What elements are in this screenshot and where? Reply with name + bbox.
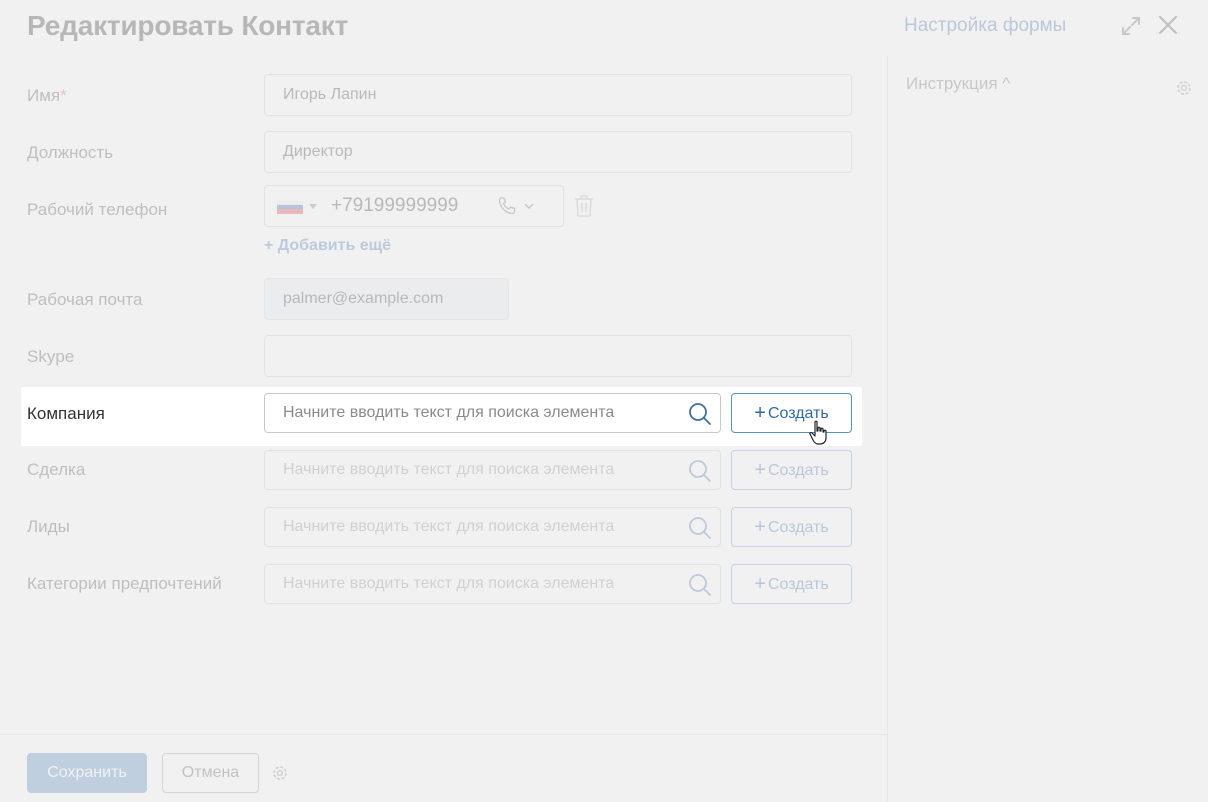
preferences-create-button[interactable]: + Создать	[731, 564, 852, 604]
plus-icon: +	[754, 402, 766, 424]
expand-icon[interactable]	[1120, 15, 1142, 37]
preferences-create-label: Создать	[767, 576, 829, 593]
deal-search-field[interactable]	[264, 450, 721, 490]
work-email-label: Рабочая почта	[27, 290, 143, 309]
instruction-panel	[887, 56, 1208, 802]
deal-create-label: Создать	[767, 462, 829, 479]
skype-label: Skype	[27, 347, 75, 366]
caret-down-icon[interactable]	[309, 204, 317, 210]
preferences-search-field[interactable]	[264, 564, 721, 604]
deal-create-button[interactable]: + Создать	[731, 450, 852, 490]
search-icon[interactable]	[688, 573, 712, 597]
gear-icon[interactable]	[270, 763, 290, 783]
pointer-cursor-icon	[809, 420, 827, 445]
preferences-search-input[interactable]	[283, 565, 683, 603]
name-field[interactable]: Игорь Лапин	[264, 74, 852, 116]
search-icon[interactable]	[688, 516, 712, 540]
position-field[interactable]: Директор	[264, 131, 852, 173]
deal-search-input[interactable]	[283, 451, 683, 489]
close-icon[interactable]	[1157, 14, 1179, 36]
leads-label: Лиды	[27, 517, 70, 536]
work-phone-label: Рабочий телефон	[27, 200, 168, 219]
company-search-field[interactable]	[264, 393, 721, 433]
cancel-button[interactable]: Отмена	[162, 753, 259, 793]
footer-divider	[0, 734, 887, 735]
work-phone-field[interactable]: +79199999999	[264, 185, 564, 227]
plus-icon: +	[754, 573, 766, 595]
deal-label: Сделка	[27, 460, 86, 479]
search-icon[interactable]	[688, 459, 712, 483]
plus-icon: +	[754, 516, 766, 538]
company-create-button[interactable]: + Создать	[731, 393, 852, 433]
skype-field[interactable]	[264, 335, 852, 377]
phone-icon[interactable]	[497, 196, 517, 216]
name-label: Имя*	[27, 86, 67, 106]
add-more-phone-link[interactable]: + Добавить ещё	[264, 237, 391, 255]
plus-icon: +	[754, 459, 766, 481]
required-mark: *	[60, 86, 67, 105]
russia-flag-icon[interactable]	[277, 201, 303, 214]
save-button[interactable]: Сохранить	[27, 753, 147, 793]
work-email-field[interactable]: palmer@example.com	[264, 278, 509, 320]
trash-icon[interactable]	[573, 194, 595, 218]
position-label: Должность	[27, 143, 114, 162]
leads-search-input[interactable]	[283, 508, 683, 546]
phone-value[interactable]: +79199999999	[331, 195, 458, 217]
instruction-toggle[interactable]: Инструкция ^	[906, 74, 1010, 94]
company-search-input[interactable]	[283, 394, 683, 432]
form-settings-link[interactable]: Настройка формы	[904, 15, 1066, 37]
page-title: Редактировать Контакт	[27, 10, 349, 41]
gear-icon[interactable]	[1174, 78, 1194, 98]
search-icon[interactable]	[688, 402, 712, 426]
leads-create-label: Создать	[767, 519, 829, 536]
company-label: Компания	[27, 404, 105, 423]
leads-create-button[interactable]: + Создать	[731, 507, 852, 547]
name-label-text: Имя	[27, 86, 61, 105]
preferences-label: Категории предпочтений	[27, 574, 222, 593]
chevron-down-icon[interactable]	[524, 202, 534, 210]
leads-search-field[interactable]	[264, 507, 721, 547]
edit-contact-dialog: Редактировать Контакт Настройка формы Ин…	[0, 0, 1208, 802]
